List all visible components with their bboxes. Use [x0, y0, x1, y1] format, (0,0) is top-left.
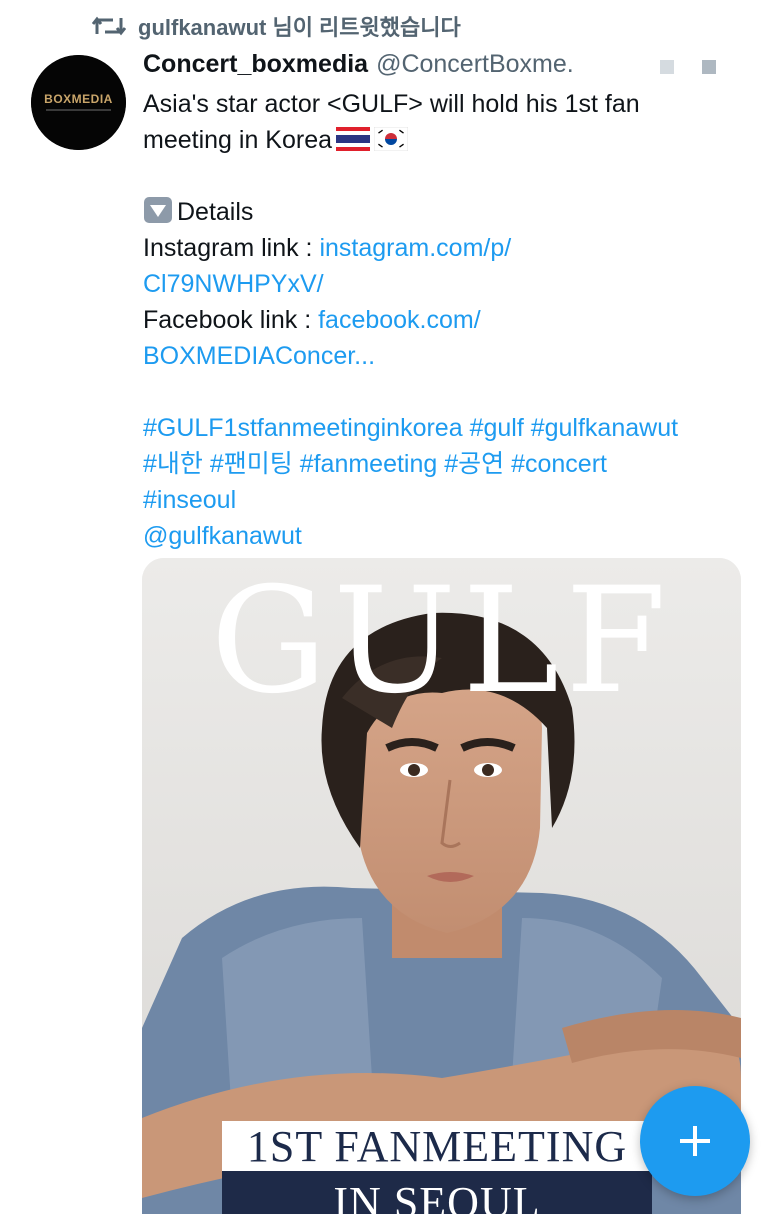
down-arrow-box-icon [144, 197, 172, 223]
avatar-label: BOXMEDIA [44, 92, 113, 106]
thailand-flag-icon [336, 127, 371, 151]
details-line: Details [143, 194, 753, 230]
details-label: Details [177, 198, 254, 226]
facebook-link-continued[interactable]: BOXMEDIAConcer... [143, 338, 753, 374]
mention-link[interactable]: @gulfkanawut [143, 518, 753, 554]
hashtags-line[interactable]: #GULF1stfanmeetinginkorea #gulf #gulfkan… [143, 410, 753, 446]
plus-icon [680, 1126, 710, 1156]
instagram-line: Instagram link : instagram.com/p/ [143, 230, 753, 266]
tweet-header: Concert_boxmedia @ConcertBoxme. [143, 50, 574, 79]
timeline-screen: gulfkanawut 님이 리트윗했습니다 BOXMEDIA Concert_… [0, 0, 773, 1214]
boxmedia-logo: BOXMEDIA [31, 55, 126, 150]
user-handle[interactable]: @ConcertBoxme. [376, 50, 574, 79]
retweet-context[interactable]: gulfkanawut 님이 리트윗했습니다 [92, 10, 461, 42]
tweet-text-line: Asia's star actor <GULF> will hold his 1… [143, 90, 640, 118]
poster-title: GULF [210, 558, 673, 726]
facebook-line: Facebook link : facebook.com/ [143, 302, 753, 338]
south-korea-flag-icon [374, 127, 409, 151]
tweet-text-line: meeting in Korea [143, 122, 753, 158]
display-name[interactable]: Concert_boxmedia [143, 50, 368, 79]
compose-tweet-button[interactable] [640, 1086, 750, 1196]
more-dot [660, 60, 674, 74]
more-options-icon[interactable] [660, 60, 716, 74]
hashtags-line[interactable]: #inseoul [143, 482, 753, 518]
more-dot [702, 60, 716, 74]
poster-banner-line1: 1ST FANMEETING [222, 1121, 652, 1171]
hashtags-line[interactable]: #내한 #팬미팅 #fanmeeting #공연 #concert [143, 446, 753, 482]
instagram-link-continued[interactable]: Cl79NWHPYxV/ [143, 266, 753, 302]
retweet-icon [92, 16, 126, 36]
tweet-text-segment: meeting in Korea [143, 126, 333, 154]
avatar[interactable]: BOXMEDIA [31, 55, 126, 150]
facebook-prefix: Facebook link : [143, 306, 319, 334]
facebook-link[interactable]: facebook.com/ [318, 306, 481, 334]
poster-banner-line2: IN SEOUL [222, 1171, 652, 1214]
tweet-text: Asia's star actor <GULF> will hold his 1… [143, 86, 753, 554]
instagram-prefix: Instagram link : [143, 234, 320, 262]
instagram-link[interactable]: instagram.com/p/ [319, 234, 511, 262]
retweet-text: gulfkanawut 님이 리트윗했습니다 [138, 15, 461, 40]
